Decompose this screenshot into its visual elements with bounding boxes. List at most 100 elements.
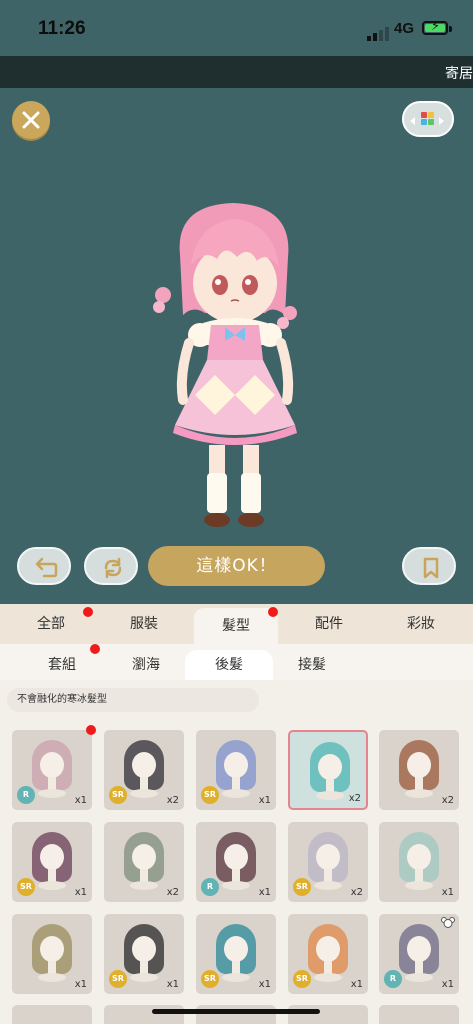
rarity-badge: SR [17, 878, 35, 896]
rarity-badge: R [384, 970, 402, 988]
item-count: x1 [258, 795, 271, 806]
confirm-button[interactable]: 這樣OK！ [148, 546, 325, 586]
mannequin-base [38, 789, 66, 798]
mannequin-base [130, 973, 158, 982]
mannequin-base [130, 881, 158, 890]
subcategory-tabs: 套組 瀏海 後髮 接髮 [0, 644, 473, 680]
home-indicator [152, 1009, 320, 1014]
rarity-badge: SR [109, 786, 127, 804]
subtab-label: 瀏海 [132, 657, 160, 673]
hairstyle-item[interactable]: SR x1 [104, 914, 184, 994]
mannequin-base [405, 973, 433, 982]
rarity-badge: SR [201, 970, 219, 988]
subtab-set[interactable]: 套組 [18, 650, 106, 680]
item-count: x1 [441, 979, 454, 990]
rarity-badge: R [201, 878, 219, 896]
mannequin-head [40, 844, 64, 870]
hairstyle-item[interactable] [12, 1005, 92, 1024]
tab-hairstyle[interactable]: 髮型 [194, 608, 278, 644]
mannequin-head [316, 844, 340, 870]
tab-accessories[interactable]: 配件 [282, 604, 376, 644]
item-count: x2 [166, 795, 179, 806]
view-layout-button[interactable] [402, 101, 454, 137]
hairstyle-item[interactable]: SR x1 [288, 914, 368, 994]
item-count: x2 [441, 795, 454, 806]
mannequin-head [132, 844, 156, 870]
grid-cell-icon [428, 119, 434, 125]
item-count: x2 [166, 887, 179, 898]
hairstyle-item[interactable]: x1 [379, 822, 459, 902]
tab-label: 髮型 [222, 618, 250, 634]
item-count: x1 [350, 979, 363, 990]
bookmark-button[interactable] [402, 547, 456, 585]
item-count: x1 [258, 979, 271, 990]
status-time: 11:26 [38, 18, 86, 39]
announcement-strip: 寄居 [0, 56, 473, 88]
undo-icon [35, 557, 58, 578]
item-count: x1 [74, 795, 87, 806]
hairstyle-item[interactable] [288, 1005, 368, 1024]
close-button[interactable] [12, 101, 50, 139]
mannequin-head [316, 936, 340, 962]
bookmark-icon [423, 557, 439, 579]
hairstyle-item[interactable]: Rx1 [12, 730, 92, 810]
hairstyle-item[interactable] [379, 1005, 459, 1024]
hairstyle-item[interactable]: SR x1 [12, 822, 92, 902]
rarity-badge: SR [293, 970, 311, 988]
rotate-button[interactable] [84, 547, 138, 585]
tab-label: 全部 [37, 616, 65, 632]
hairstyle-item[interactable]: SR x2 [288, 822, 368, 902]
hairstyle-item[interactable]: SR x1 [196, 914, 276, 994]
mannequin-base [405, 881, 433, 890]
hairstyle-item[interactable]: Rx1 [379, 914, 459, 994]
network-label: 4G [394, 20, 415, 37]
mannequin-head [132, 936, 156, 962]
notification-dot [83, 607, 93, 617]
rarity-badge: R [17, 786, 35, 804]
tab-clothing[interactable]: 服裝 [97, 604, 191, 644]
mannequin-head [40, 936, 64, 962]
mannequin-head [407, 936, 431, 962]
hairstyle-item[interactable]: SR x2 [104, 730, 184, 810]
subtab-label: 後髮 [215, 657, 243, 673]
hairstyle-item[interactable]: SR x1 [196, 730, 276, 810]
mannequin-base [222, 789, 250, 798]
grid-cell-icon [421, 112, 427, 118]
mannequin-head [407, 752, 431, 778]
mannequin-head [224, 936, 248, 962]
rarity-badge: SR [293, 878, 311, 896]
category-tabs: 全部 服裝 髮型 配件 彩妝 [0, 604, 473, 644]
mannequin-base [314, 973, 342, 982]
rarity-badge: SR [109, 970, 127, 988]
battery-icon: ⚡ [422, 20, 448, 35]
collection-filter-chip[interactable]: 不會融化的寒冰髮型 [7, 688, 259, 712]
mannequin-base [405, 789, 433, 798]
grid-cell-icon [428, 112, 434, 118]
subtab-back-hair[interactable]: 後髮 [185, 650, 273, 680]
mannequin-base [38, 881, 66, 890]
notification-dot [268, 607, 278, 617]
hairstyle-item[interactable] [104, 1005, 184, 1024]
item-count: x1 [74, 979, 87, 990]
notification-dot [90, 644, 100, 654]
rarity-badge: SR [201, 786, 219, 804]
mannequin-base [222, 881, 250, 890]
mannequin-head [318, 754, 342, 780]
hairstyle-item[interactable]: x2 [288, 730, 368, 810]
hairstyle-item[interactable]: x1 [12, 914, 92, 994]
signal-icon [367, 22, 391, 41]
avatar-character[interactable] [145, 195, 325, 535]
tab-makeup[interactable]: 彩妝 [374, 604, 468, 644]
mannequin-base [316, 791, 344, 800]
hairstyle-item[interactable]: Rx1 [196, 822, 276, 902]
hairstyle-item[interactable] [196, 1005, 276, 1024]
undo-button[interactable] [17, 547, 71, 585]
item-count: x2 [348, 793, 361, 804]
hairstyle-item[interactable]: x2 [104, 822, 184, 902]
subtab-extensions[interactable]: 接髮 [268, 650, 356, 680]
tab-label: 彩妝 [407, 616, 435, 632]
subtab-bangs[interactable]: 瀏海 [102, 650, 190, 680]
hairstyle-item[interactable]: x2 [379, 730, 459, 810]
item-count: x1 [258, 887, 271, 898]
close-icon [22, 111, 40, 129]
